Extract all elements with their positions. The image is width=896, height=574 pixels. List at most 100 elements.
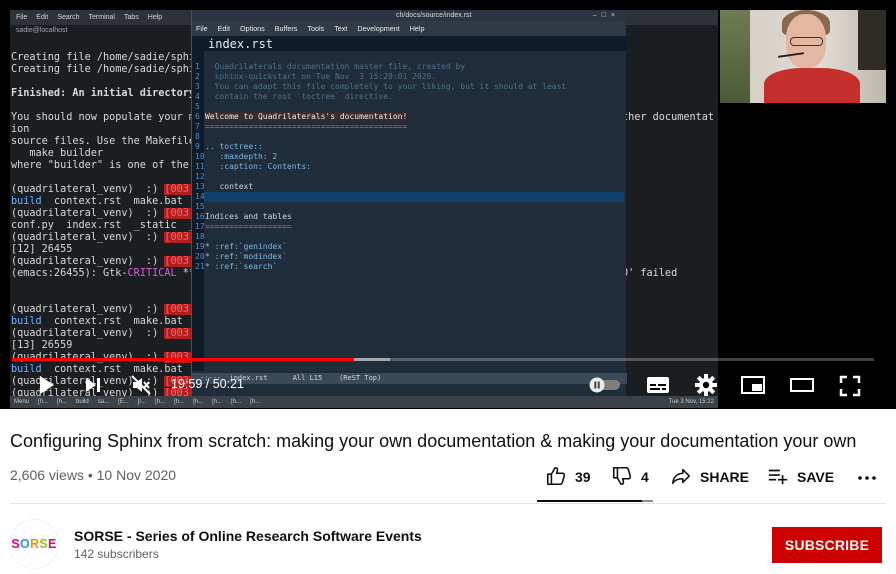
- view-count: 2,606 views: [10, 467, 84, 483]
- settings-gear-icon[interactable]: [694, 373, 718, 397]
- webcam-overlay: [720, 10, 886, 103]
- emacs-buffer-name: index.rst: [208, 37, 274, 51]
- fullscreen-icon[interactable]: [839, 375, 861, 397]
- terminal-line: [12] 26455: [11, 244, 73, 255]
- taskbar-clock: Tue 3 Nov, 15:22: [668, 399, 714, 405]
- terminal-line: build context.rst make.bat M: [11, 316, 202, 327]
- dislike-button[interactable]: 4: [611, 465, 649, 489]
- editor-line: 16Indices and tables: [195, 212, 292, 222]
- taskbar-item: [h...: [174, 399, 185, 405]
- theater-mode-icon[interactable]: [789, 375, 815, 395]
- video-player[interactable]: File Edit Search Terminal Tabs Help sadi…: [0, 0, 896, 409]
- editor-line: 6 Welcome to Quadrilaterals's documentati…: [195, 112, 408, 122]
- channel-avatar[interactable]: SORSE: [10, 520, 58, 568]
- terminal-line: (quadrilateral_venv) :) [003:2: [11, 304, 202, 315]
- emacs-menu-item: Text: [334, 24, 348, 33]
- terminal-line: conf.py index.rst _static _t: [11, 220, 202, 231]
- line-text: ========================================…: [205, 122, 408, 131]
- like-button[interactable]: 39: [545, 465, 591, 489]
- editor-line: 7 =======================================…: [195, 122, 407, 132]
- terminal-menu-item: File: [16, 14, 28, 21]
- line-text: * :ref:`modindex`: [205, 252, 287, 261]
- line-text: context: [205, 182, 254, 191]
- editor-line: 4 contain the root `toctree` directive.: [195, 92, 393, 102]
- editor-line: 18: [195, 232, 205, 242]
- like-ratio-fill: [537, 500, 642, 502]
- dislike-count: 4: [641, 469, 649, 485]
- editor-line: 13 context: [195, 182, 253, 192]
- share-label: SHARE: [700, 469, 750, 485]
- screen-share-frame: File Edit Search Terminal Tabs Help sadi…: [10, 10, 718, 408]
- terminal-menu-item: Edit: [36, 14, 49, 21]
- emacs-menu-item: Edit: [217, 24, 230, 33]
- editor-line: 3 You can adapt this file completely to …: [195, 82, 566, 92]
- shelf-image: [858, 10, 886, 70]
- next-icon[interactable]: [83, 375, 103, 395]
- progress-bar[interactable]: [12, 358, 874, 361]
- thumbs-up-icon: [545, 465, 567, 490]
- emacs-buffer-tab: index.rst: [192, 36, 627, 51]
- line-text: * :ref:`search`: [205, 262, 278, 271]
- editor-line: 11 :caption: Contents:: [195, 162, 311, 172]
- editor-line: 9 .. toctree::: [195, 142, 263, 152]
- editor-line: 14: [195, 192, 205, 202]
- play-icon[interactable]: [35, 374, 57, 396]
- desktop-taskbar: Menu [h... [h... build sa... [E... [/... [h... […: [10, 396, 718, 408]
- terminal-line: (quadrilateral_venv) :) [003:2: [11, 208, 202, 219]
- progress-played: [12, 358, 354, 361]
- line-number: 5: [195, 102, 200, 111]
- taskbar-item: Menu: [14, 399, 30, 405]
- emacs-menu-item: Tools: [307, 24, 325, 33]
- miniplayer-icon[interactable]: [740, 375, 766, 395]
- share-button[interactable]: SHARE: [670, 465, 749, 489]
- line-number: 8: [195, 132, 200, 141]
- terminal-overflow-text: 0' failed: [622, 268, 678, 279]
- video-meta: 2,606 views • 10 Nov 2020: [10, 467, 176, 483]
- line-number: 11: [195, 162, 205, 171]
- plant-image: [720, 10, 750, 103]
- line-text: * :ref:`genindex`: [205, 242, 287, 251]
- line-number: 21: [195, 262, 205, 271]
- terminal-overflow-text: ther documentat: [622, 112, 715, 123]
- line-number: 14: [195, 192, 205, 201]
- save-button[interactable]: SAVE: [767, 465, 834, 489]
- logo-letter: R: [30, 537, 40, 551]
- editor-line: 21* :ref:`search`: [195, 262, 277, 272]
- line-number: 20: [195, 252, 205, 261]
- line-number: 2: [195, 72, 200, 81]
- like-dislike-ratio-bar: [537, 500, 653, 502]
- line-number: 13: [195, 182, 205, 191]
- editor-line: 17==================: [195, 222, 292, 232]
- taskbar-item: [h...: [38, 399, 49, 405]
- emacs-window: ch/docs/source/index.rst –□× File Edit O…: [191, 10, 627, 398]
- terminal-line: (quadrilateral_venv) :) [003:2: [11, 184, 202, 195]
- like-count: 39: [575, 469, 591, 485]
- line-text: sphinx-quickstart on Tue Nov 3 15:20:01 …: [205, 72, 437, 81]
- line-text: contain the root `toctree` directive.: [205, 92, 393, 101]
- line-text: Indices and tables: [205, 212, 292, 221]
- line-text: ==================: [205, 222, 292, 231]
- taskbar-item: [/...: [137, 399, 147, 405]
- more-actions-button[interactable]: [857, 465, 877, 489]
- logo-letter: S: [11, 537, 20, 551]
- subtitles-icon[interactable]: [646, 375, 670, 395]
- emacs-menu-item: File: [196, 24, 208, 33]
- terminal-line: build context.rst make.bat M: [11, 196, 202, 207]
- emacs-menu-bar: File Edit Options Buffers Tools Text Dev…: [192, 21, 626, 36]
- meta-separator: •: [83, 467, 97, 483]
- autoplay-toggle-icon[interactable]: [588, 377, 622, 393]
- line-number: 1: [195, 62, 200, 71]
- subscribe-button[interactable]: SUBSCRIBE: [772, 527, 882, 563]
- terminal-line: Finished: An initial directory: [11, 88, 196, 99]
- emacs-menu-item: Options: [239, 24, 265, 33]
- terminal-line: (quadrilateral_venv) :) [003:2: [11, 232, 202, 243]
- presenter-shirt: [764, 68, 860, 103]
- logo-letter: S: [39, 537, 48, 551]
- channel-name[interactable]: SORSE - Series of Online Research Softwa…: [74, 528, 422, 544]
- line-number: 4: [195, 92, 200, 101]
- taskbar-item: [h...: [57, 399, 68, 405]
- mute-icon[interactable]: [130, 374, 152, 396]
- time-separator: /: [202, 377, 213, 391]
- subscriber-count: 142 subscribers: [74, 547, 159, 561]
- emacs-title: ch/docs/source/index.rst: [396, 12, 472, 19]
